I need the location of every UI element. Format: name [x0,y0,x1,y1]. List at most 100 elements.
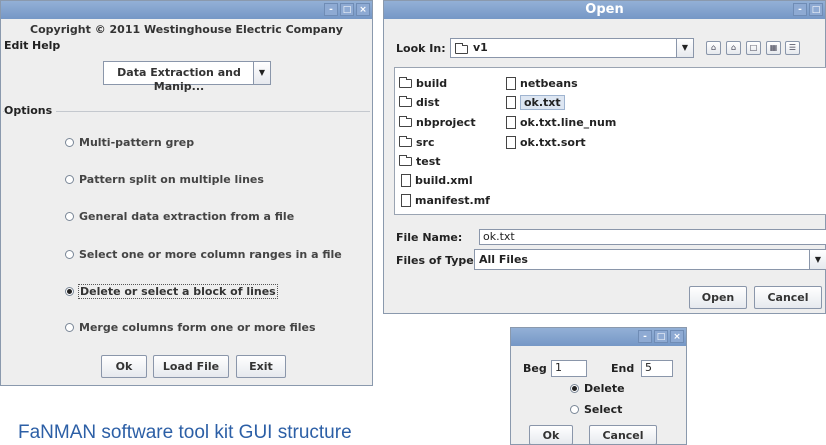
list-view-icon[interactable]: ▦ [766,41,781,55]
file-name: nbproject [416,115,476,129]
radio-icon [65,175,74,184]
maximize-icon[interactable]: □ [654,330,668,343]
file-name-label: File Name: [396,231,463,244]
file-type-value: All Files [479,253,528,266]
main-titlebar[interactable]: - □ × [1,1,372,19]
file-item-test[interactable]: test [399,153,441,169]
menu-help[interactable]: Help [32,39,60,52]
ok-button[interactable]: Ok [529,425,573,445]
file-type-label: Files of Type: [396,254,479,267]
figure-caption: FaNMAN software tool kit GUI structure [18,422,352,443]
home-icon[interactable]: ⌂ [726,41,741,55]
file-name: test [416,154,441,168]
option-multi-pattern-grep[interactable]: Multi-pattern grep [65,136,194,149]
range-titlebar[interactable]: - □ × [511,328,686,346]
chevron-down-icon[interactable]: ▼ [253,62,270,84]
main-window: - □ × Copyright © 2011 Westinghouse Elec… [0,0,373,386]
file-icon [401,173,411,187]
range-dialog: - □ × Beg 1 End 5 Delete Select Ok Cance… [510,327,687,445]
close-icon[interactable]: × [356,3,370,16]
radio-delete-label: Delete [584,382,625,395]
file-name: ok.txt [520,94,565,110]
open-titlebar[interactable]: Open - □ [384,1,825,19]
file-item-src[interactable]: src [399,134,435,150]
file-item-ok-txt-line-num[interactable]: ok.txt.line_num [506,114,616,130]
option-label: Pattern split on multiple lines [79,173,264,186]
task-dropdown-value: Data Extraction and Manip... [117,66,241,93]
file-name: netbeans [520,76,578,90]
cancel-button[interactable]: Cancel [589,425,657,445]
file-item-manifest[interactable]: manifest.mf [401,192,490,208]
radio-icon [65,250,74,259]
minimize-icon[interactable]: - [638,330,652,343]
new-folder-icon[interactable]: □ [746,41,761,55]
open-dialog-title: Open [585,2,624,17]
chevron-down-icon[interactable]: ▼ [809,250,826,269]
file-icon [506,76,516,90]
ok-button[interactable]: Ok [101,355,147,378]
close-icon[interactable]: × [670,330,684,343]
radio-icon [65,323,74,332]
file-icon [506,95,516,109]
file-name: ok.txt.line_num [520,115,617,129]
folder-icon [399,76,412,88]
cancel-button[interactable]: Cancel [754,286,822,309]
maximize-icon[interactable]: □ [340,3,354,16]
chevron-down-icon[interactable]: ▼ [676,39,693,57]
look-in-dropdown[interactable]: v1 ▼ [450,38,694,58]
folder-icon [399,115,412,127]
file-name-field[interactable]: ok.txt [479,229,826,245]
option-general-extraction[interactable]: General data extraction from a file [65,210,294,223]
radio-icon [570,405,579,414]
file-name: build [416,76,448,90]
file-name: dist [416,95,440,109]
radio-delete[interactable]: Delete [570,382,625,395]
option-pattern-split[interactable]: Pattern split on multiple lines [65,173,264,186]
option-merge-columns[interactable]: Merge columns form one or more files [65,321,316,334]
file-icon [506,135,516,149]
open-dialog: Open - □ Look In: v1 ▼ ⌂ ⌂ □ ▦ ☰ build d… [383,0,826,314]
menu-edit[interactable]: Edit [4,39,28,52]
option-label: General data extraction from a file [79,210,295,223]
details-view-icon[interactable]: ☰ [785,41,800,55]
radio-icon [65,212,74,221]
file-name: src [416,135,435,149]
up-folder-icon[interactable]: ⌂ [706,41,721,55]
folder-icon [455,43,468,54]
file-item-build[interactable]: build [399,75,447,91]
radio-select[interactable]: Select [570,403,622,416]
file-type-dropdown[interactable]: All Files ▼ [474,249,826,270]
minimize-icon[interactable]: - [324,3,338,16]
options-title: Options [4,104,57,117]
look-in-label: Look In: [396,42,446,55]
option-column-ranges[interactable]: Select one or more column ranges in a fi… [65,248,342,261]
file-item-ok-txt-sort[interactable]: ok.txt.sort [506,134,586,150]
maximize-icon[interactable]: □ [809,3,823,16]
folder-icon [399,154,412,166]
option-label: Select one or more column ranges in a fi… [79,248,342,261]
end-field[interactable]: 5 [641,360,673,377]
beg-label: Beg [523,362,547,375]
file-item-netbeans[interactable]: netbeans [506,75,578,91]
radio-select-label: Select [584,403,623,416]
radio-selected-icon [570,384,579,393]
beg-field[interactable]: 1 [551,360,587,377]
option-label: Multi-pattern grep [79,136,195,149]
file-item-ok-txt[interactable]: ok.txt [506,94,565,110]
file-name: ok.txt.sort [520,135,586,149]
file-item-dist[interactable]: dist [399,94,439,110]
option-label: Merge columns form one or more files [79,321,316,334]
task-dropdown[interactable]: Data Extraction and Manip... ▼ [103,61,271,93]
open-button[interactable]: Open [689,286,747,309]
minimize-icon[interactable]: - [793,3,807,16]
file-item-build-xml[interactable]: build.xml [401,172,473,188]
option-delete-block[interactable]: Delete or select a block of lines [65,284,278,299]
exit-button[interactable]: Exit [236,355,286,378]
load-file-button[interactable]: Load File [153,355,229,378]
folder-icon [399,95,412,107]
file-icon [401,193,411,207]
file-name: build.xml [415,173,473,187]
option-label: Delete or select a block of lines [78,284,278,299]
file-icon [506,115,516,129]
file-item-nbproject[interactable]: nbproject [399,114,476,130]
